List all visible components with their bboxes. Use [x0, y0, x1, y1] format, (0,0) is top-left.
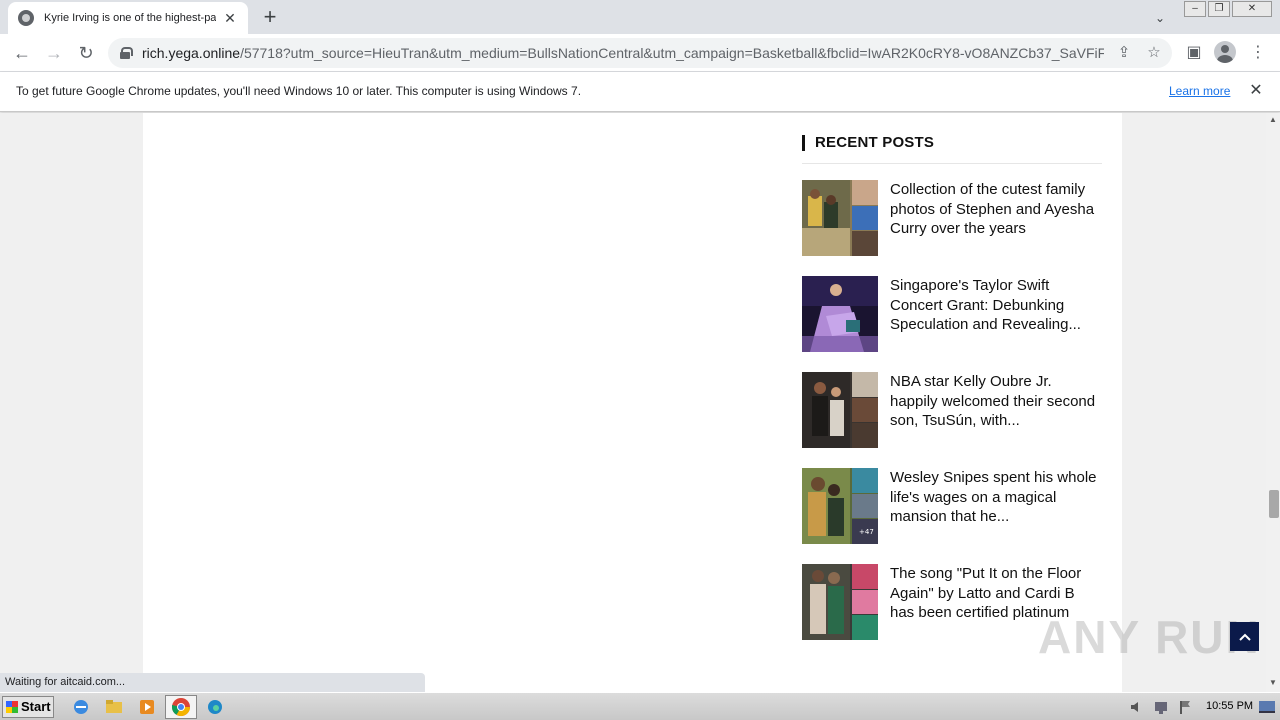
page-viewport: RECENT POSTS Collection of the cutest fa…: [0, 113, 1266, 692]
reload-icon[interactable]: ↻: [72, 39, 100, 67]
window-close-button[interactable]: ✕: [1232, 1, 1272, 17]
scroll-to-top-button[interactable]: [1230, 622, 1259, 651]
post-item[interactable]: +47 Wesley Snipes spent his whole life's…: [802, 468, 1102, 544]
status-bubble: Waiting for aitcaid.com...: [0, 673, 425, 692]
post-thumbnail[interactable]: [802, 372, 878, 448]
active-tab[interactable]: Kyrie Irving is one of the highest-paid …: [8, 2, 248, 34]
internet-explorer-icon[interactable]: [70, 698, 92, 716]
browser-toolbar: ← → ↻ rich.yega.online/57718?utm_source=…: [0, 34, 1280, 72]
post-item[interactable]: Collection of the cutest family photos o…: [802, 180, 1102, 256]
taskbar-clock[interactable]: 10:55 PM: [1206, 700, 1253, 712]
network-icon[interactable]: [1150, 698, 1172, 716]
update-infobar: To get future Google Chrome updates, you…: [0, 72, 1280, 112]
recent-posts-widget: RECENT POSTS Collection of the cutest fa…: [802, 135, 1102, 640]
file-explorer-icon[interactable]: [103, 698, 125, 716]
tab-search-chevron-icon[interactable]: ⌄: [1150, 8, 1170, 28]
start-button[interactable]: Start: [2, 696, 54, 718]
infobar-message: To get future Google Chrome updates, you…: [16, 84, 582, 98]
post-title[interactable]: Singapore's Taylor Swift Concert Grant: …: [890, 276, 1102, 335]
globe-icon: [18, 10, 34, 26]
content-area: RECENT POSTS Collection of the cutest fa…: [143, 113, 1122, 692]
show-desktop-icon[interactable]: [1256, 698, 1278, 716]
tab-title: Kyrie Irving is one of the highest-paid: [44, 12, 216, 24]
tab-close-icon[interactable]: ✕: [222, 10, 238, 26]
forward-arrow-icon[interactable]: →: [40, 39, 68, 67]
scroll-down-arrow-icon[interactable]: ▼: [1266, 678, 1280, 690]
bookmark-star-icon[interactable]: ☆: [1144, 43, 1164, 63]
share-icon[interactable]: ⇪: [1114, 43, 1134, 63]
media-player-icon[interactable]: [136, 698, 158, 716]
post-title[interactable]: Collection of the cutest family photos o…: [890, 180, 1102, 239]
scrollbar-thumb[interactable]: [1269, 490, 1279, 518]
url-text[interactable]: rich.yega.online/57718?utm_source=HieuTr…: [142, 45, 1104, 61]
vertical-scrollbar[interactable]: ▲ ▼: [1266, 113, 1280, 692]
volume-icon[interactable]: [1126, 698, 1148, 716]
post-thumbnail[interactable]: [802, 564, 878, 640]
address-bar[interactable]: rich.yega.online/57718?utm_source=HieuTr…: [108, 38, 1172, 68]
tab-strip: Kyrie Irving is one of the highest-paid …: [0, 0, 1280, 34]
windows-taskbar: Start 10:55 PM: [0, 692, 1280, 720]
new-tab-button[interactable]: +: [258, 6, 282, 30]
profile-avatar[interactable]: [1214, 41, 1236, 63]
infobar-close-icon[interactable]: ✕: [1246, 81, 1266, 101]
lock-icon[interactable]: [120, 47, 133, 59]
widget-title: RECENT POSTS: [802, 135, 1102, 151]
post-thumbnail[interactable]: [802, 276, 878, 352]
menu-dots-icon[interactable]: ⋮: [1244, 39, 1272, 67]
svg-text:+47: +47: [859, 528, 874, 536]
back-arrow-icon[interactable]: ←: [8, 39, 36, 67]
chrome-taskbar-button[interactable]: [165, 695, 197, 719]
chrome-icon: [172, 698, 190, 717]
post-thumbnail[interactable]: +47: [802, 468, 878, 544]
anyrun-watermark: ANY RUN: [1038, 611, 1261, 663]
post-title[interactable]: Wesley Snipes spent his whole life's wag…: [890, 468, 1102, 527]
scroll-up-arrow-icon[interactable]: ▲: [1266, 115, 1280, 127]
edge-icon[interactable]: [204, 698, 226, 716]
restore-button[interactable]: ❐: [1208, 1, 1230, 17]
post-title[interactable]: NBA star Kelly Oubre Jr. happily welcome…: [890, 372, 1102, 431]
post-item[interactable]: Singapore's Taylor Swift Concert Grant: …: [802, 276, 1102, 352]
post-thumbnail[interactable]: [802, 180, 878, 256]
widget-divider: [802, 163, 1102, 164]
learn-more-link[interactable]: Learn more: [1169, 84, 1230, 98]
post-item[interactable]: NBA star Kelly Oubre Jr. happily welcome…: [802, 372, 1102, 448]
side-panel-icon[interactable]: ▣: [1180, 39, 1208, 67]
action-center-flag-icon[interactable]: [1174, 698, 1196, 716]
chevron-up-icon: [1238, 633, 1251, 641]
minimize-button[interactable]: –: [1184, 1, 1206, 17]
